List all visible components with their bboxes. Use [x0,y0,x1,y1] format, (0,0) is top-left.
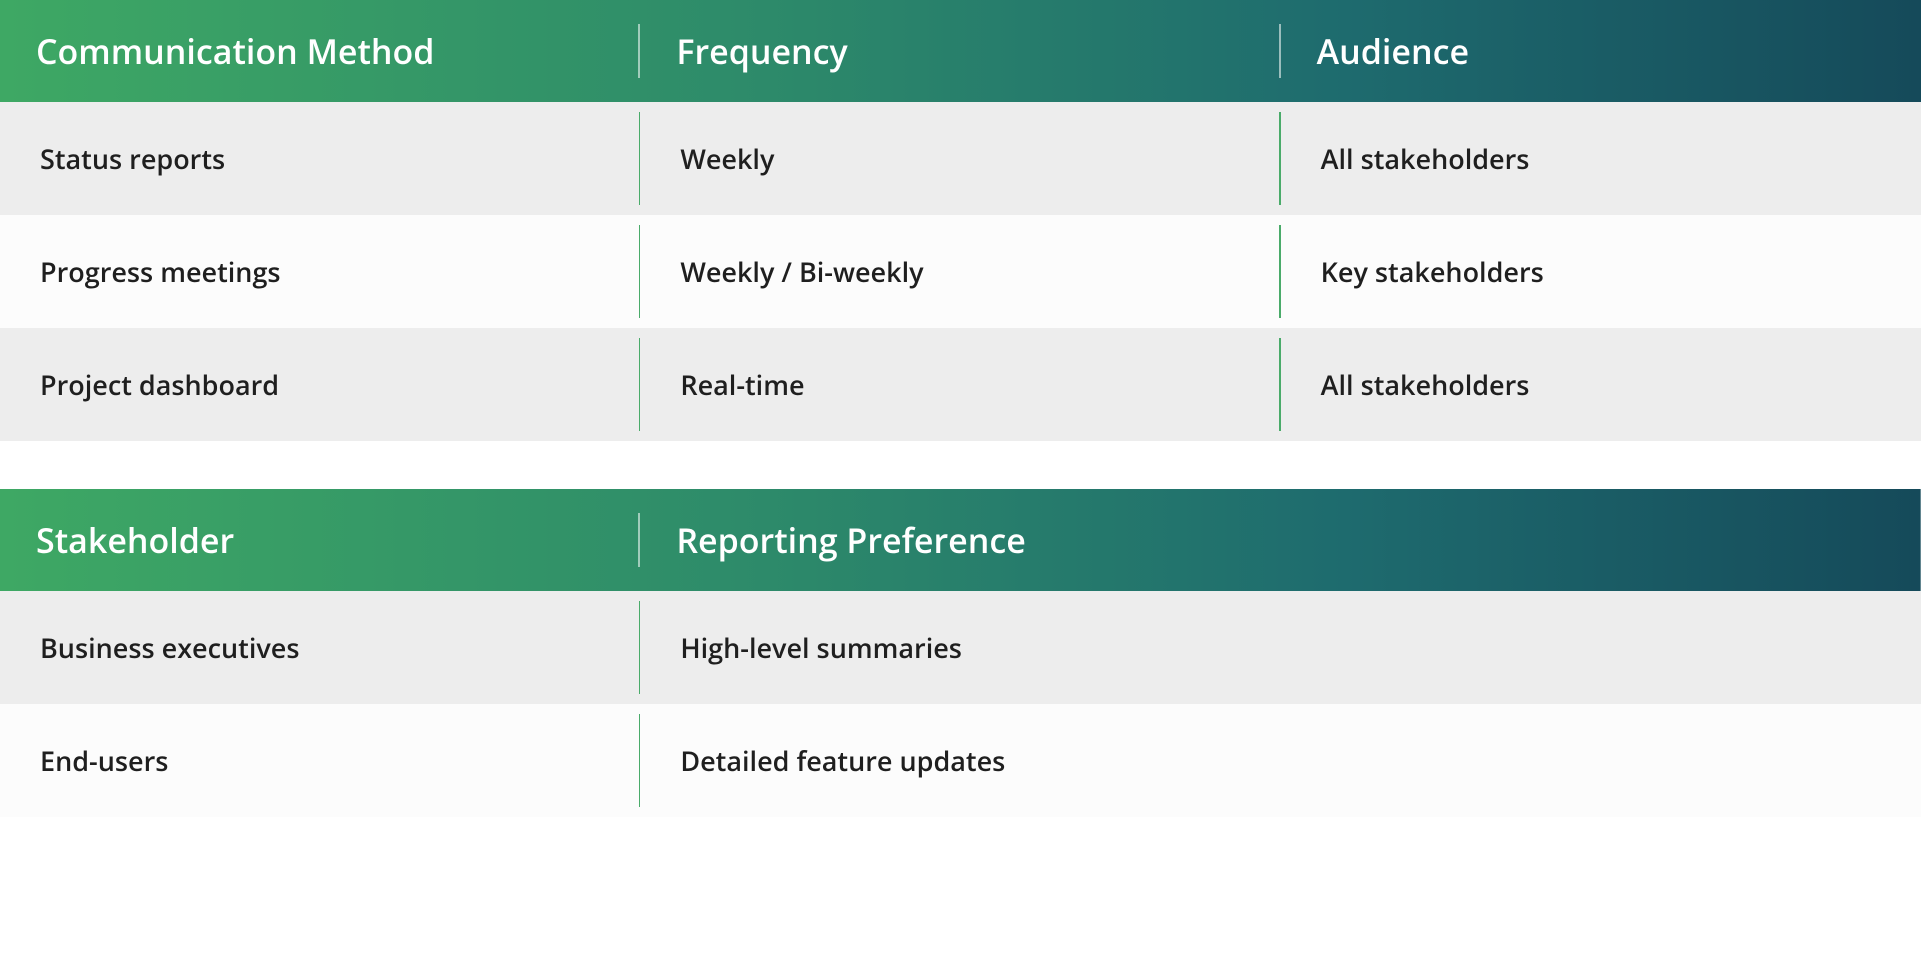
cell-frequency: Real-time [640,328,1280,441]
table-header-row: Stakeholder Reporting Preference [0,489,1921,591]
table-row: Business executives High-level summaries [0,591,1921,704]
cell-stakeholder: Business executives [0,591,640,704]
communication-table: Communication Method Frequency Audience … [0,0,1921,441]
table-row: Status reports Weekly All stakeholders [0,102,1921,215]
table-row: Progress meetings Weekly / Bi-weekly Key… [0,215,1921,328]
cell-method: Project dashboard [0,328,640,441]
header-reporting-preference: Reporting Preference [640,489,1921,591]
stakeholder-table: Stakeholder Reporting Preference Busines… [0,489,1921,817]
header-stakeholder: Stakeholder [0,489,640,591]
cell-preference: Detailed feature updates [640,704,1921,817]
header-audience: Audience [1281,0,1921,102]
cell-audience: All stakeholders [1281,328,1921,441]
table-2: Stakeholder Reporting Preference Busines… [0,489,1921,817]
cell-preference: High-level summaries [640,591,1921,704]
cell-audience: All stakeholders [1281,102,1921,215]
header-communication-method: Communication Method [0,0,640,102]
cell-frequency: Weekly [640,102,1280,215]
table-row: End-users Detailed feature updates [0,704,1921,817]
cell-frequency: Weekly / Bi-weekly [640,215,1280,328]
table-1: Communication Method Frequency Audience … [0,0,1921,441]
cell-stakeholder: End-users [0,704,640,817]
cell-method: Status reports [0,102,640,215]
table-header-row: Communication Method Frequency Audience [0,0,1921,102]
table-row: Project dashboard Real-time All stakehol… [0,328,1921,441]
cell-audience: Key stakeholders [1281,215,1921,328]
header-frequency: Frequency [640,0,1280,102]
cell-method: Progress meetings [0,215,640,328]
